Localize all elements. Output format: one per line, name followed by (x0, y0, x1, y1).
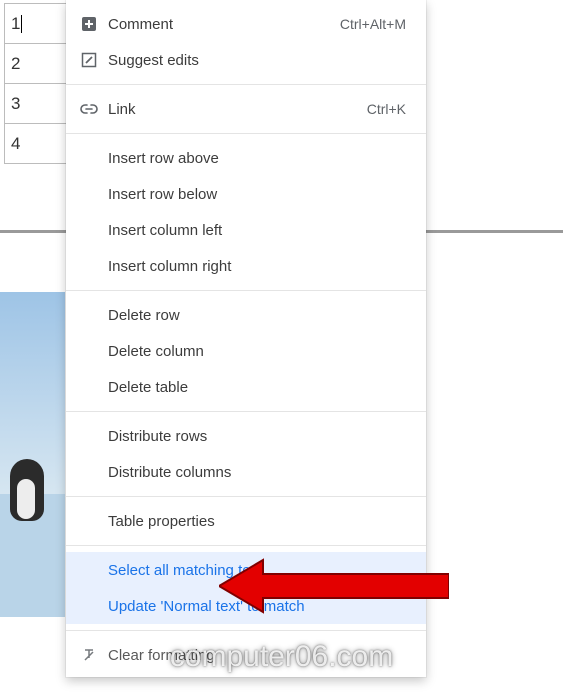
document-image[interactable] (0, 292, 65, 617)
menu-label: Suggest edits (108, 52, 199, 69)
context-menu: Comment Ctrl+Alt+M Suggest edits Link Ct… (66, 0, 426, 677)
menu-item-insert-row-above[interactable]: Insert row above (66, 140, 426, 176)
menu-label: Delete row (108, 307, 180, 324)
menu-item-delete-table[interactable]: Delete table (66, 369, 426, 405)
menu-item-distribute-rows[interactable]: Distribute rows (66, 418, 426, 454)
menu-label: Insert row below (108, 186, 217, 203)
menu-item-insert-row-below[interactable]: Insert row below (66, 176, 426, 212)
menu-separator (66, 496, 426, 497)
menu-label: Update 'Normal text' to match (108, 598, 305, 615)
text-caret (21, 15, 22, 33)
menu-label: Link (108, 101, 136, 118)
menu-item-update-normal-text[interactable]: Update 'Normal text' to match (66, 588, 426, 624)
menu-label: Delete column (108, 343, 204, 360)
menu-label: Table properties (108, 513, 215, 530)
menu-label: Insert column right (108, 258, 231, 275)
menu-label: Select all matching text (108, 562, 262, 579)
menu-item-comment[interactable]: Comment Ctrl+Alt+M (66, 6, 426, 42)
menu-separator (66, 290, 426, 291)
clear-formatting-icon (80, 646, 98, 664)
menu-shortcut: Ctrl+Alt+M (340, 16, 406, 32)
menu-label: Clear formatting (108, 647, 215, 664)
menu-separator (66, 411, 426, 412)
menu-shortcut: Ctrl+K (367, 101, 406, 117)
table-cell[interactable]: 4 (5, 124, 69, 164)
menu-label: Insert column left (108, 222, 222, 239)
menu-separator (66, 545, 426, 546)
menu-item-insert-column-left[interactable]: Insert column left (66, 212, 426, 248)
menu-item-delete-row[interactable]: Delete row (66, 297, 426, 333)
menu-item-link[interactable]: Link Ctrl+K (66, 91, 426, 127)
menu-item-select-all-matching-text[interactable]: Select all matching text (66, 552, 426, 588)
menu-item-delete-column[interactable]: Delete column (66, 333, 426, 369)
menu-item-table-properties[interactable]: Table properties (66, 503, 426, 539)
table-cell[interactable]: 3 (5, 84, 69, 124)
menu-label: Insert row above (108, 150, 219, 167)
menu-item-insert-column-right[interactable]: Insert column right (66, 248, 426, 284)
suggest-edits-icon (80, 51, 98, 69)
menu-label: Distribute columns (108, 464, 231, 481)
menu-label: Delete table (108, 379, 188, 396)
menu-label: Comment (108, 16, 173, 33)
menu-label: Distribute rows (108, 428, 207, 445)
menu-item-suggest-edits[interactable]: Suggest edits (66, 42, 426, 78)
menu-item-distribute-columns[interactable]: Distribute columns (66, 454, 426, 490)
comment-icon (80, 15, 98, 33)
table-cell[interactable]: 1 (5, 4, 69, 44)
cell-text: 1 (11, 14, 20, 33)
menu-separator (66, 630, 426, 631)
table-cell[interactable]: 2 (5, 44, 69, 84)
link-icon (80, 100, 98, 118)
menu-separator (66, 84, 426, 85)
menu-item-clear-formatting[interactable]: Clear formatting (66, 637, 426, 673)
menu-separator (66, 133, 426, 134)
